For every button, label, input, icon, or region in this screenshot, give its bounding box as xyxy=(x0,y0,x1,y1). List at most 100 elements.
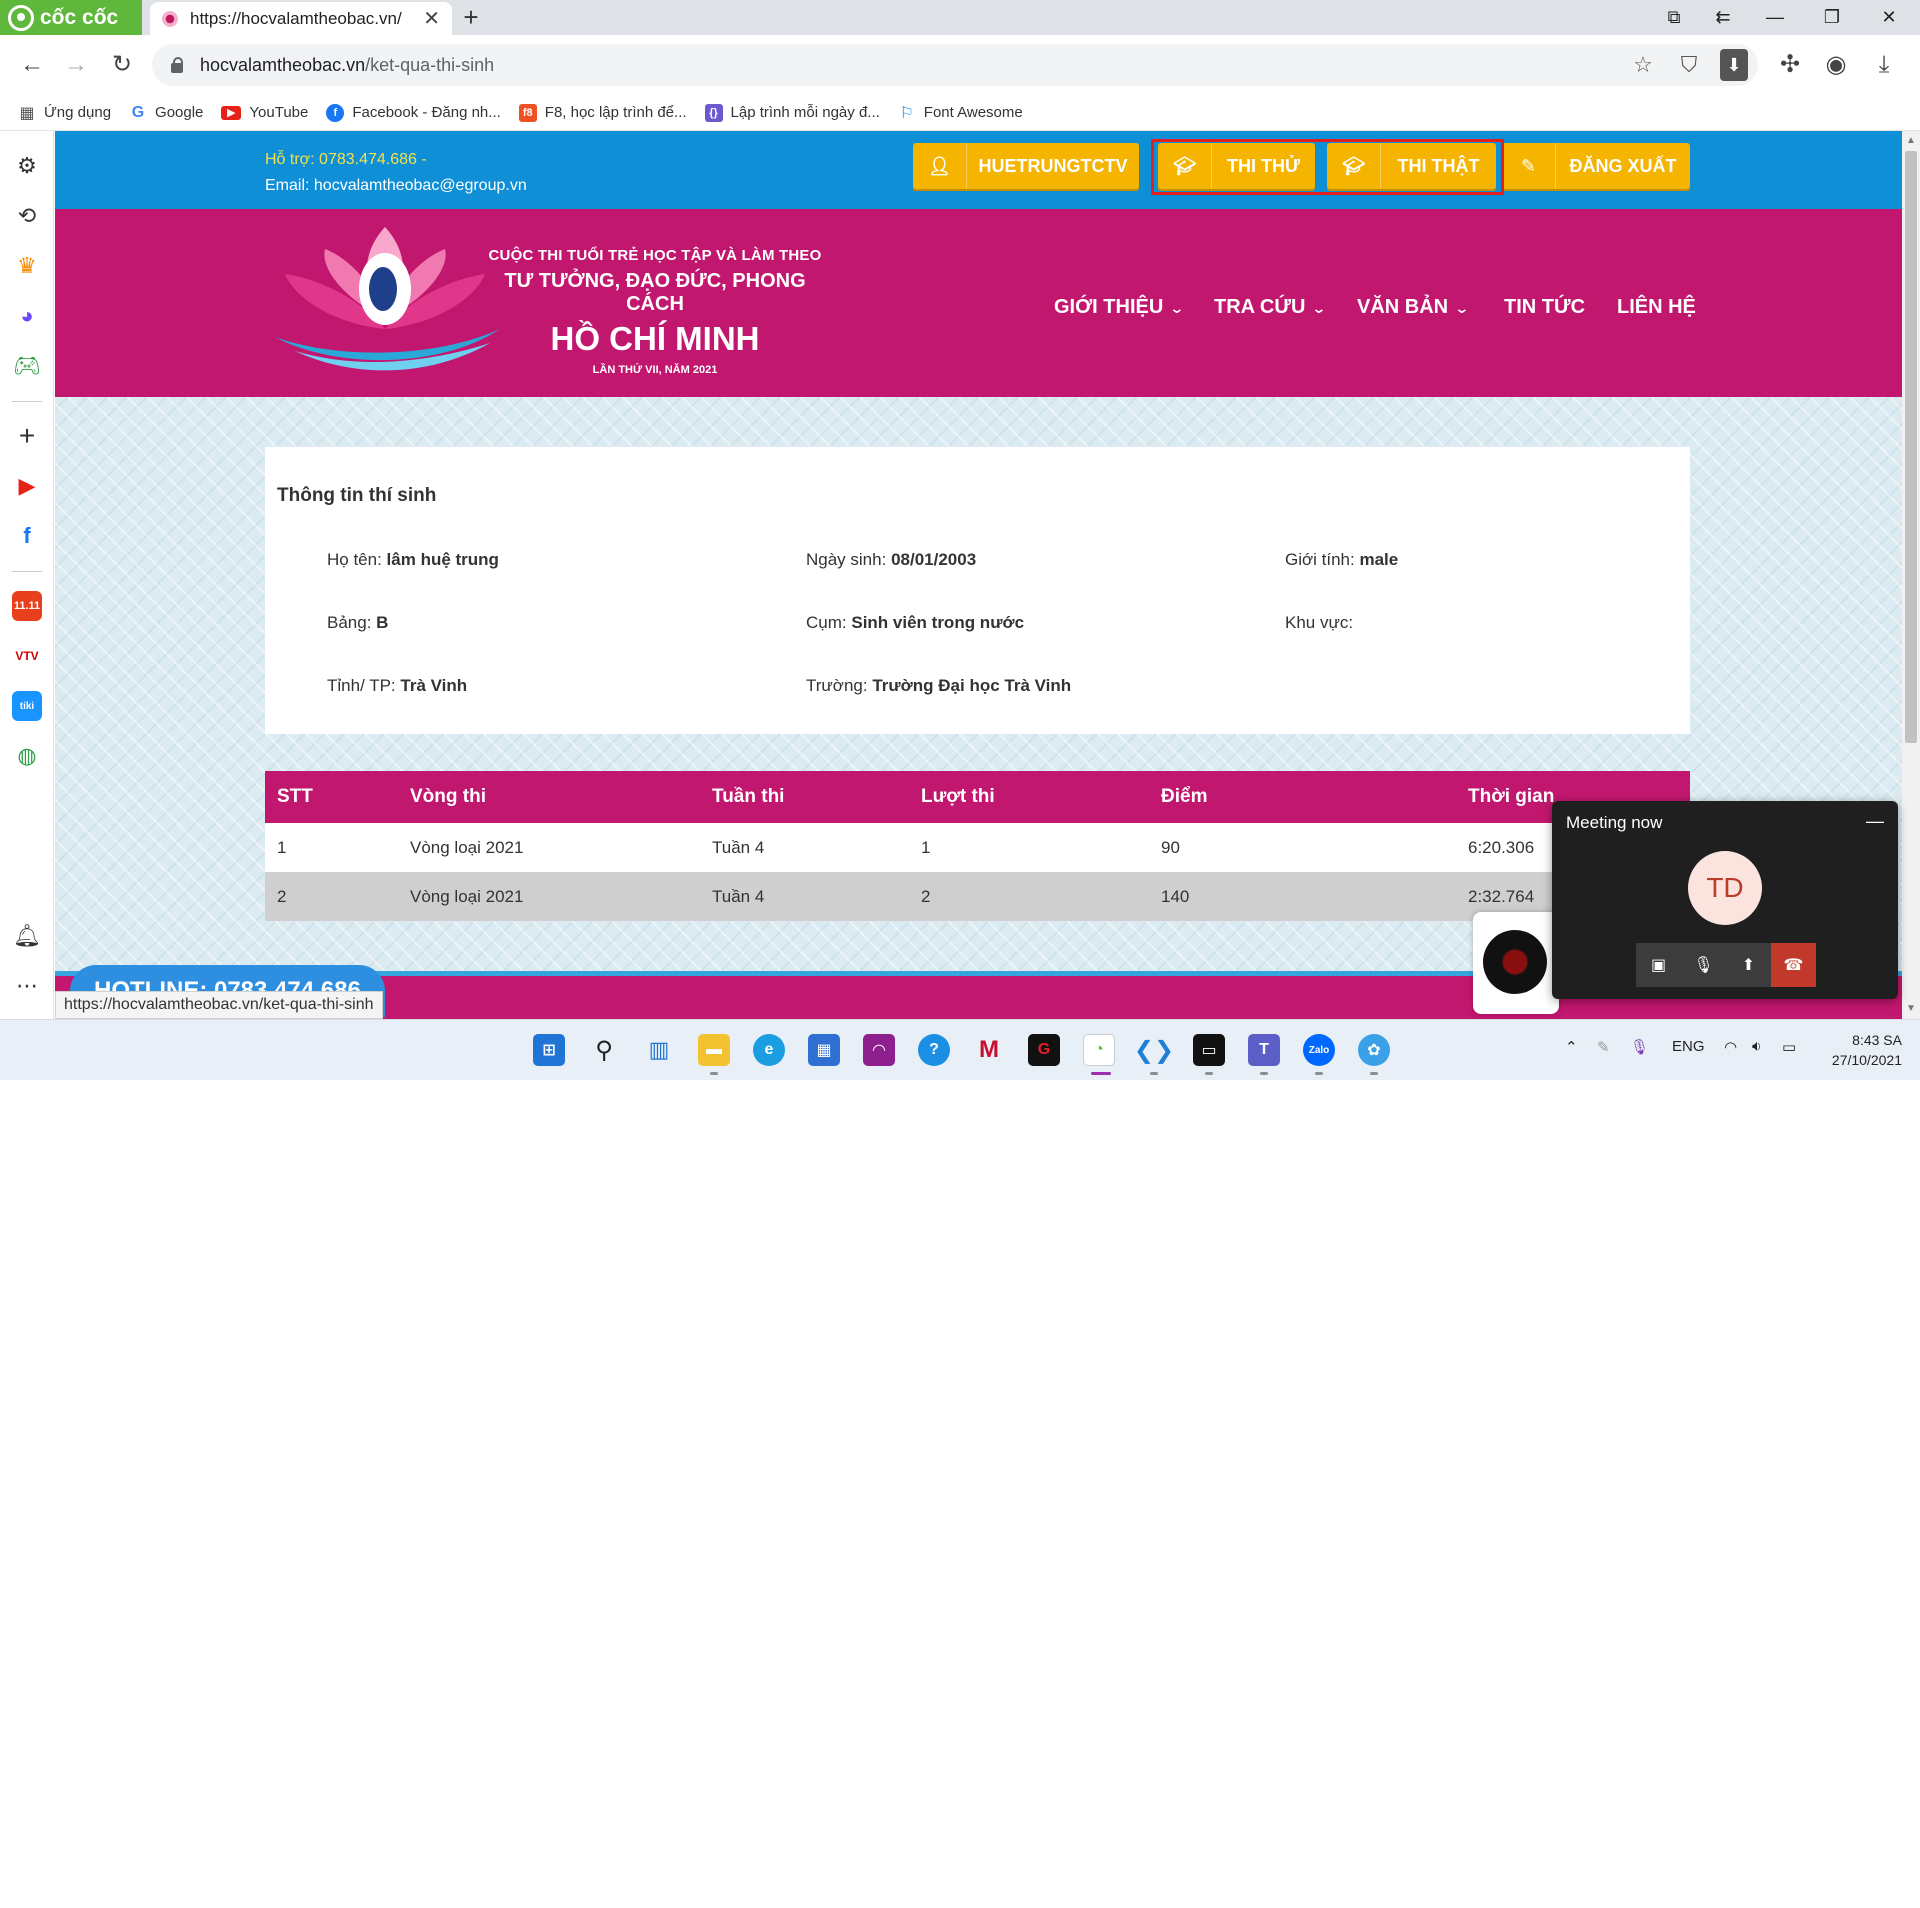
restore-button[interactable]: ❐ xyxy=(1809,0,1855,35)
nav-van-ban[interactable]: VĂN BẢN ⌄ xyxy=(1357,287,1470,327)
terminal-icon[interactable]: ▭ xyxy=(1193,1034,1225,1066)
field-value: Trường Đại học Trà Vinh xyxy=(872,676,1072,695)
minimize-button[interactable]: — xyxy=(1752,0,1798,35)
mic-off-icon[interactable]: 🎙︎ xyxy=(1681,943,1726,987)
widgets-icon[interactable]: ▥ xyxy=(643,1034,675,1066)
input-language[interactable]: ENG xyxy=(1672,1038,1705,1055)
reload-button[interactable]: ↻ xyxy=(106,49,138,81)
garena-icon[interactable]: G xyxy=(1028,1034,1060,1066)
microsoft-store-icon[interactable]: ▦ xyxy=(808,1034,840,1066)
coccoc-menu-button[interactable]: cốc cốc xyxy=(0,0,142,35)
bookmark-f8[interactable]: f8 F8, học lập trình để... xyxy=(518,103,687,122)
column-header: Thời gian xyxy=(1468,786,1555,807)
messenger-icon[interactable]: ◕ xyxy=(12,301,42,331)
camera-off-icon[interactable]: ▣ xyxy=(1636,943,1681,987)
close-window-button[interactable]: ✕ xyxy=(1866,0,1912,35)
field-value: Trà Vinh xyxy=(400,676,468,695)
chevron-down-icon: ⌄ xyxy=(1454,300,1470,316)
logout-button[interactable]: ✎ ĐĂNG XUẤT xyxy=(1502,143,1690,189)
headphones-app-icon[interactable]: ◠ xyxy=(863,1034,895,1066)
coccoc-taskbar-icon[interactable]: ◔ xyxy=(1083,1034,1115,1066)
crown-icon[interactable]: ♛ xyxy=(12,251,42,281)
field-label: Bảng: xyxy=(327,613,372,632)
bookmark-code[interactable]: {} Lập trình mỗi ngày đ... xyxy=(704,103,880,122)
sidebar-divider xyxy=(12,401,42,402)
back-button[interactable]: ← xyxy=(16,49,48,81)
volume-icon[interactable]: 🔉︎ xyxy=(1752,1038,1761,1055)
chevron-down-icon: ⌄ xyxy=(1311,300,1327,316)
file-explorer-icon[interactable]: ▬ xyxy=(698,1034,730,1066)
mcafee-icon[interactable]: M xyxy=(973,1034,1005,1066)
tab-back-icon[interactable]: ⇇ xyxy=(1700,0,1746,35)
active-indicator xyxy=(1091,1072,1111,1075)
youtube-shortcut-icon[interactable]: ▶ xyxy=(12,471,42,501)
wifi-icon[interactable]: ◠ xyxy=(1724,1038,1737,1056)
screen-search-icon[interactable]: ⧉ xyxy=(1651,0,1697,35)
extensions-icon[interactable]: ✣ xyxy=(1774,49,1806,81)
profile-icon[interactable]: ◉ xyxy=(1820,49,1852,81)
microphone-icon[interactable]: 🎙︎ xyxy=(1630,1038,1649,1056)
show-hidden-icons-chevron-up-icon[interactable]: ⌃ xyxy=(1565,1038,1578,1056)
add-shortcut-icon[interactable]: + xyxy=(12,420,42,451)
more-options-icon[interactable]: ⋯ xyxy=(12,971,42,1001)
gamepad-icon[interactable]: 🎮︎ xyxy=(12,351,42,381)
close-tab-icon[interactable]: ✕ xyxy=(423,6,440,31)
nav-label: VĂN BẢN xyxy=(1357,296,1449,318)
teams-icon[interactable]: T xyxy=(1248,1034,1280,1066)
minimize-meeting-icon[interactable]: — xyxy=(1866,811,1884,832)
share-screen-icon[interactable]: ⬆ xyxy=(1726,943,1771,987)
table-cell: 2 xyxy=(921,886,931,906)
help-icon[interactable]: ? xyxy=(918,1034,950,1066)
scrollbar-thumb[interactable] xyxy=(1905,151,1917,743)
bookmark-star-icon[interactable]: ☆ xyxy=(1630,52,1656,78)
shield-icon[interactable]: ⛉ xyxy=(1676,52,1702,78)
chat-bubble-avatar[interactable] xyxy=(1473,912,1559,1014)
zalo-icon[interactable]: Zalo xyxy=(1303,1034,1335,1066)
field-value: 08/01/2003 xyxy=(891,550,977,569)
coccoc-map-icon[interactable]: ◍ xyxy=(12,741,42,771)
scroll-down-icon[interactable]: ▼ xyxy=(1902,1003,1920,1014)
field-label: Tỉnh/ TP: xyxy=(327,676,396,695)
new-tab-button[interactable]: + xyxy=(456,2,486,32)
download-media-icon[interactable]: ⬇ xyxy=(1720,49,1748,81)
results-table: STT Vòng thi Tuần thi Lượt thi Điểm Thời… xyxy=(265,771,1690,921)
scroll-up-icon[interactable]: ▲ xyxy=(1902,135,1920,146)
paint-icon[interactable]: ✿ xyxy=(1358,1034,1390,1066)
user-account-button[interactable]: 👤︎ HUETRUNGTCTV xyxy=(913,143,1139,189)
bookmark-apps[interactable]: ▦ Ứng dụng xyxy=(18,104,111,122)
active-tab[interactable]: https://hocvalamtheobac.vn/ ✕ xyxy=(150,2,452,35)
system-clock[interactable]: 8:43 SA 27/10/2021 xyxy=(1818,1030,1902,1070)
bookmarks-bar: ▦ Ứng dụng G Google ▶ YouTube f Facebook… xyxy=(0,95,1920,131)
nav-tra-cuu[interactable]: TRA CỨU ⌄ xyxy=(1214,287,1327,327)
logout-label: ĐĂNG XUẤT xyxy=(1569,155,1677,176)
nav-lien-he[interactable]: LIÊN HỆ xyxy=(1617,287,1696,327)
search-icon[interactable]: ⚲ xyxy=(588,1034,620,1066)
history-icon[interactable]: ⟲ xyxy=(12,201,42,231)
settings-icon[interactable]: ⚙ xyxy=(12,151,42,181)
shopee-icon[interactable]: 11.11 xyxy=(12,591,42,621)
end-call-icon[interactable]: ☎ xyxy=(1771,943,1816,987)
address-bar[interactable]: hocvalamtheobac.vn/ket-qua-thi-sinh ☆ ⛉ … xyxy=(152,44,1758,86)
vscode-icon[interactable]: ❮❯ xyxy=(1134,1034,1174,1066)
facebook-shortcut-icon[interactable]: f xyxy=(12,521,42,551)
vtv-icon[interactable]: VTV xyxy=(12,641,42,671)
tiki-icon[interactable]: tiki xyxy=(12,691,42,721)
pen-menu-icon[interactable]: ✎ xyxy=(1597,1038,1610,1056)
start-windows-icon[interactable]: ⊞ xyxy=(533,1034,565,1066)
lock-icon[interactable] xyxy=(170,57,184,73)
downloads-icon[interactable]: ⤓ xyxy=(1868,49,1900,81)
notifications-bell-icon[interactable]: 🔔︎ xyxy=(12,921,42,951)
apps-grid-icon: ▦ xyxy=(19,104,35,122)
coccoc-logo-icon xyxy=(8,4,34,31)
forward-button[interactable]: → xyxy=(60,49,92,81)
column-header: STT xyxy=(277,786,313,807)
battery-icon[interactable]: ▭ xyxy=(1782,1038,1796,1056)
bookmark-google[interactable]: G Google xyxy=(129,104,204,122)
nav-gioi-thieu[interactable]: GIỚI THIỆU ⌄ xyxy=(1054,287,1185,327)
bookmark-fontawesome[interactable]: ⚐ Font Awesome xyxy=(898,104,1023,122)
bookmark-facebook[interactable]: f Facebook - Đăng nh... xyxy=(326,103,501,122)
bookmark-youtube[interactable]: ▶ YouTube xyxy=(221,104,308,121)
nav-tin-tuc[interactable]: TIN TỨC xyxy=(1504,287,1585,327)
edge-browser-icon[interactable]: e xyxy=(753,1034,785,1066)
page-scrollbar[interactable]: ▲ ▼ xyxy=(1902,131,1920,1019)
